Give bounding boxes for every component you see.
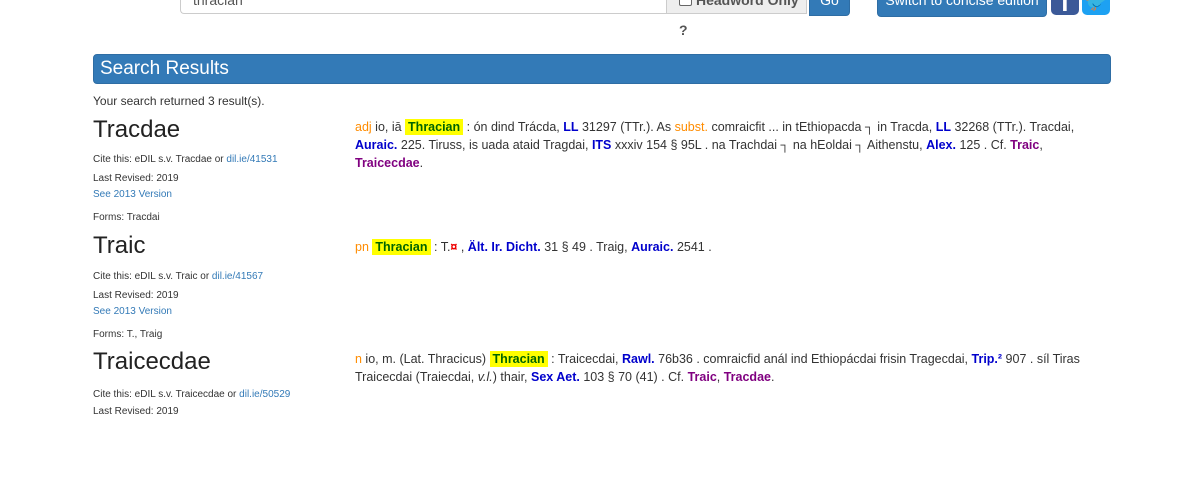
permalink[interactable]: dil.ie/41567	[212, 271, 263, 282]
abbr-link[interactable]: Auraic.	[631, 240, 673, 254]
search-highlight: Thracian	[489, 351, 548, 367]
go-button[interactable]: Go	[809, 0, 850, 16]
see-2013-version-link[interactable]: See 2013 Version	[93, 189, 172, 200]
headword-only-toggle[interactable]: Headword Only ?	[666, 0, 807, 38]
abbr-link[interactable]: Sex Aet.	[531, 370, 580, 384]
search-highlight: Thracian	[405, 119, 464, 135]
definition: pn Thracian : T.¤ , Ält. Ir. Dicht. 31 §…	[355, 239, 712, 255]
result-entry-traic: Traic Cite this: eDIL s.v. Traic or dil.…	[93, 232, 1113, 340]
cite-line: Cite this: eDIL s.v. Traicecdae or dil.i…	[93, 389, 291, 400]
forms: Forms: Tracdai	[93, 212, 160, 223]
last-revised: Last Revised: 2019	[93, 406, 179, 417]
abbr-link[interactable]: Trip.²	[972, 352, 1003, 366]
cite-line: Cite this: eDIL s.v. Traic or dil.ie/415…	[93, 271, 264, 282]
permalink[interactable]: dil.ie/50529	[239, 389, 290, 400]
abbr-link[interactable]: LL	[936, 120, 951, 134]
twitter-icon[interactable]: 🐦	[1082, 0, 1110, 15]
cross-reference-link[interactable]: Tracdae	[724, 370, 771, 384]
facebook-icon[interactable]: f	[1051, 0, 1079, 17]
last-revised: Last Revised: 2019	[93, 173, 179, 184]
result-count: Your search returned 3 result(s).	[93, 94, 265, 108]
search-bar: thracian Headword Only ? Go Switch to co…	[0, 0, 1200, 38]
cross-reference-link[interactable]: Traic	[1010, 138, 1039, 152]
result-entry-traicecdae: Traicecdae Cite this: eDIL s.v. Traicecd…	[93, 348, 1113, 417]
permalink[interactable]: dil.ie/41531	[226, 154, 277, 165]
headword-only-checkbox[interactable]	[679, 0, 692, 6]
abbr-link[interactable]: Ält. Ir. Dicht.	[468, 240, 541, 254]
switch-concise-edition-button[interactable]: Switch to concise edition	[877, 0, 1047, 17]
search-results-heading: Search Results	[93, 54, 1111, 84]
abbr-link[interactable]: Rawl.	[622, 352, 655, 366]
search-input[interactable]: thracian	[180, 0, 666, 14]
abbr-link[interactable]: ITS	[592, 138, 611, 152]
result-entry-tracdae: Tracdae Cite this: eDIL s.v. Tracdae or …	[93, 116, 1113, 223]
last-revised: Last Revised: 2019	[93, 290, 179, 301]
cross-reference-link[interactable]: Traicecdae	[355, 156, 420, 170]
headword-only-label: Headword Only ?	[679, 0, 799, 38]
forms: Forms: T., Traig	[93, 329, 163, 340]
abbr-link[interactable]: Alex.	[926, 138, 956, 152]
cross-reference-link[interactable]: Traic	[688, 370, 717, 384]
abbr-link[interactable]: LL	[563, 120, 578, 134]
definition: adj io, iā Thracian : ón dind Trácda, LL…	[355, 119, 1075, 170]
see-2013-version-link[interactable]: See 2013 Version	[93, 306, 172, 317]
cite-line: Cite this: eDIL s.v. Tracdae or dil.ie/4…	[93, 154, 278, 165]
definition: n io, m. (Lat. Thracicus) Thracian : Tra…	[355, 351, 1080, 384]
abbr-link[interactable]: Auraic.	[355, 138, 397, 152]
search-highlight: Thracian	[372, 239, 431, 255]
